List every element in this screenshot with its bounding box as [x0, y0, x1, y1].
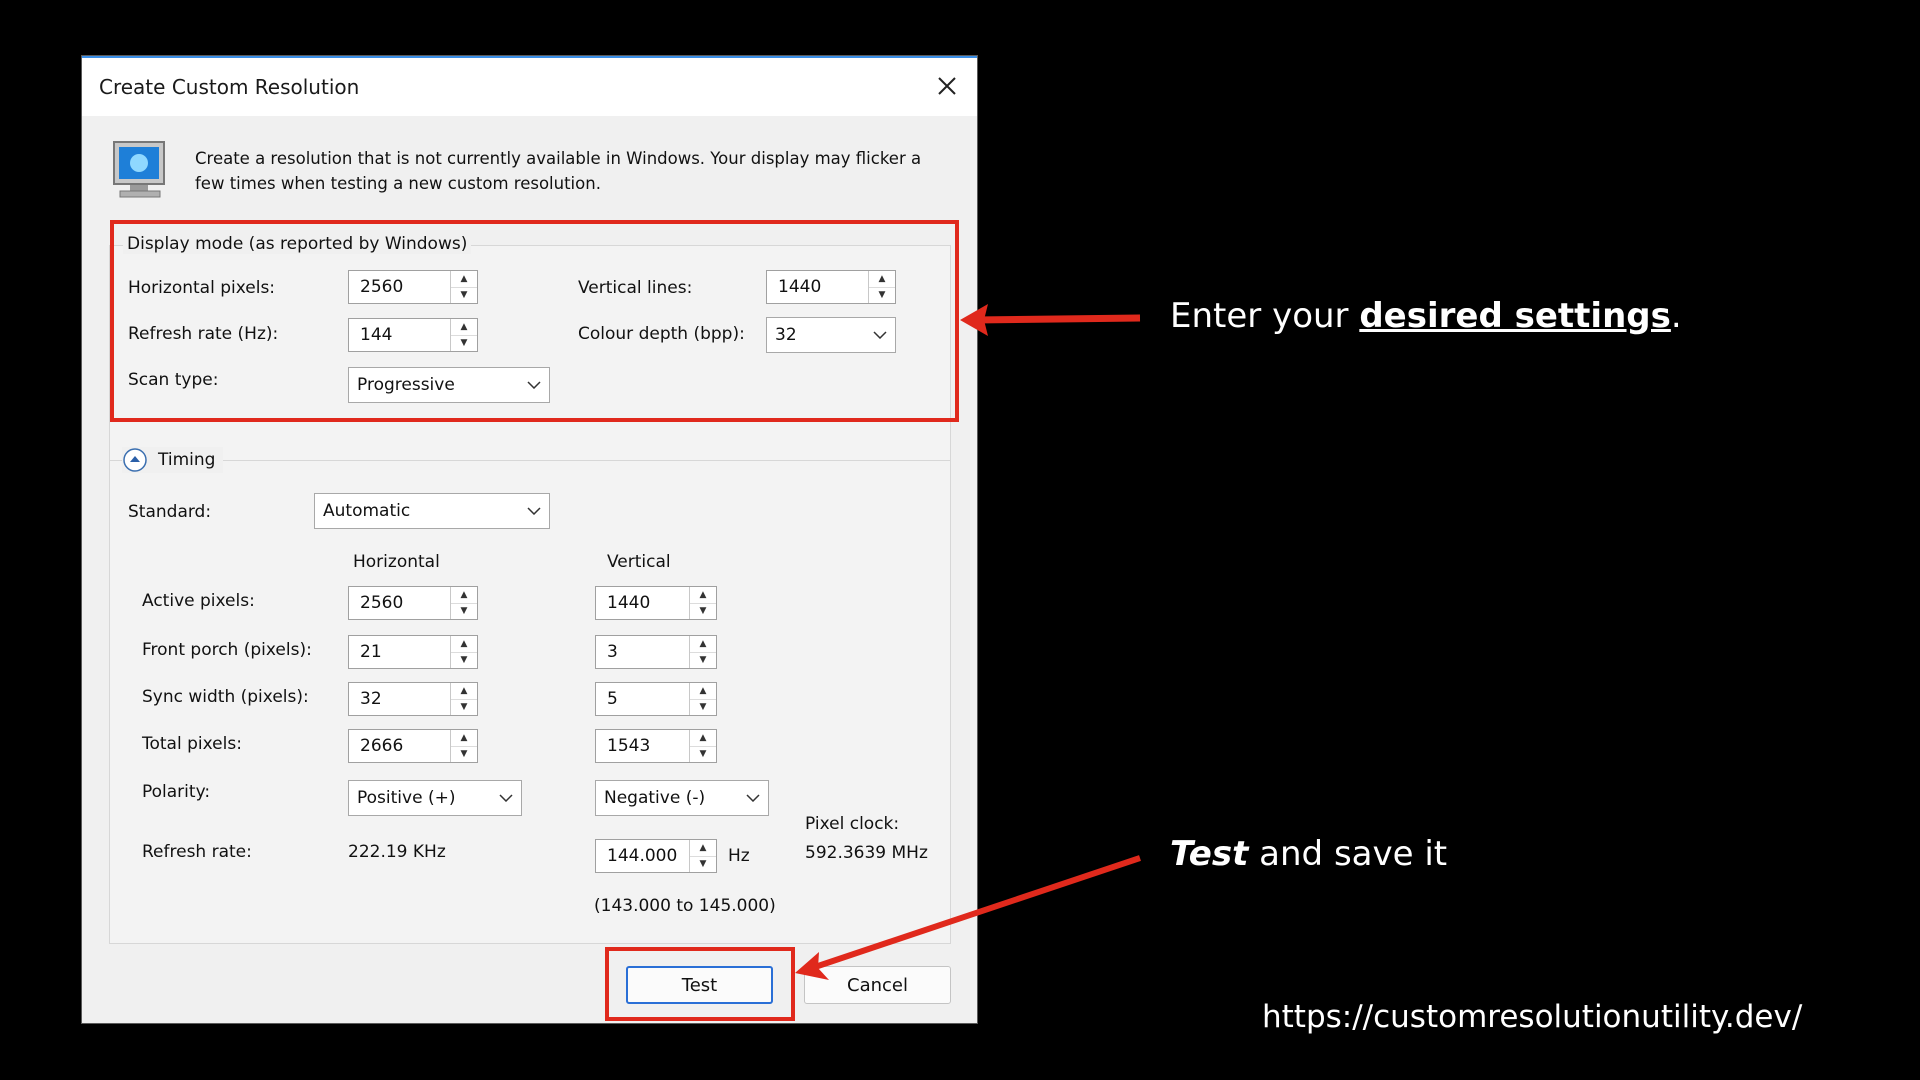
spin-up-icon[interactable]: ▲ [690, 730, 716, 746]
front-porch-label: Front porch (pixels): [142, 640, 312, 660]
total-pixels-label: Total pixels: [142, 734, 242, 754]
test-emphasis-text: Test [1170, 834, 1249, 874]
spin-up-icon[interactable]: ▲ [690, 683, 716, 699]
title-bar: Create Custom Resolution [82, 56, 977, 116]
spin-up-icon[interactable]: ▲ [451, 683, 477, 699]
spin-up-icon[interactable]: ▲ [690, 587, 716, 603]
polarity-h-select[interactable]: Positive (+) [348, 780, 522, 816]
polarity-label: Polarity: [142, 782, 211, 802]
timing-group-label: Timing [158, 450, 216, 470]
collapse-up-icon [123, 448, 147, 472]
standard-label: Standard: [128, 502, 212, 522]
spin-up-icon[interactable]: ▲ [451, 587, 477, 603]
spin-up-icon[interactable]: ▲ [690, 636, 716, 652]
front-porch-h-stepper[interactable]: 21 ▲ ▼ [348, 635, 478, 669]
close-button[interactable] [917, 58, 977, 114]
website-url: https://customresolutionutility.dev/ [1262, 999, 1803, 1035]
test-button-highlight [605, 947, 795, 1021]
chevron-down-icon [519, 507, 549, 515]
chevron-down-icon [491, 794, 521, 802]
standard-select[interactable]: Automatic [314, 493, 550, 529]
spin-up-icon[interactable]: ▲ [451, 730, 477, 746]
close-icon [938, 77, 956, 95]
timing-collapse-toggle[interactable]: Timing [122, 447, 224, 473]
spin-down-icon[interactable]: ▼ [451, 698, 477, 716]
test-annotation: Test and save it [1170, 834, 1448, 874]
spin-down-icon[interactable]: ▼ [690, 698, 716, 716]
active-pixels-label: Active pixels: [142, 591, 255, 611]
spin-down-icon[interactable]: ▼ [451, 602, 477, 620]
horizontal-refresh-rate-value: 222.19 KHz [348, 842, 446, 862]
pixel-clock-value: 592.3639 MHz [805, 843, 928, 863]
spin-up-icon[interactable]: ▲ [690, 840, 716, 856]
active-pixels-h-stepper[interactable]: 2560 ▲ ▼ [348, 586, 478, 620]
pixel-clock-label: Pixel clock: [805, 814, 900, 834]
spin-down-icon[interactable]: ▼ [690, 855, 716, 873]
sync-width-label: Sync width (pixels): [142, 687, 309, 707]
dialog-title: Create Custom Resolution [99, 75, 360, 99]
vertical-refresh-rate-stepper[interactable]: 144.000 ▲ ▼ [595, 839, 717, 873]
spin-down-icon[interactable]: ▼ [451, 651, 477, 669]
spin-down-icon[interactable]: ▼ [451, 745, 477, 763]
monitor-icon [113, 141, 165, 198]
total-pixels-h-stepper[interactable]: 2666 ▲ ▼ [348, 729, 478, 763]
vertical-column-header: Vertical [607, 552, 671, 572]
front-porch-v-stepper[interactable]: 3 ▲ ▼ [595, 635, 717, 669]
chevron-down-icon [738, 794, 768, 802]
refresh-rate-range: (143.000 to 145.000) [594, 896, 776, 916]
spin-down-icon[interactable]: ▼ [690, 651, 716, 669]
spin-down-icon[interactable]: ▼ [690, 745, 716, 763]
arrow-to-settings [960, 304, 1141, 336]
polarity-v-select[interactable]: Negative (-) [595, 780, 769, 816]
cancel-button[interactable]: Cancel [804, 966, 951, 1004]
refresh-rate-unit: Hz [728, 846, 750, 866]
horizontal-column-header: Horizontal [353, 552, 440, 572]
active-pixels-v-stepper[interactable]: 1440 ▲ ▼ [595, 586, 717, 620]
create-custom-resolution-dialog: Create Custom Resolution Create a resolu… [82, 56, 977, 1023]
timing-refresh-rate-label: Refresh rate: [142, 842, 252, 862]
sync-width-h-stepper[interactable]: 32 ▲ ▼ [348, 682, 478, 716]
display-mode-highlight [110, 220, 959, 422]
info-text: Create a resolution that is not currentl… [195, 149, 922, 193]
settings-annotation: Enter your desired settings. [1170, 296, 1682, 336]
sync-width-v-stepper[interactable]: 5 ▲ ▼ [595, 682, 717, 716]
spin-up-icon[interactable]: ▲ [451, 636, 477, 652]
spin-down-icon[interactable]: ▼ [690, 602, 716, 620]
total-pixels-v-stepper[interactable]: 1543 ▲ ▼ [595, 729, 717, 763]
desired-settings-text: desired settings [1359, 296, 1671, 336]
